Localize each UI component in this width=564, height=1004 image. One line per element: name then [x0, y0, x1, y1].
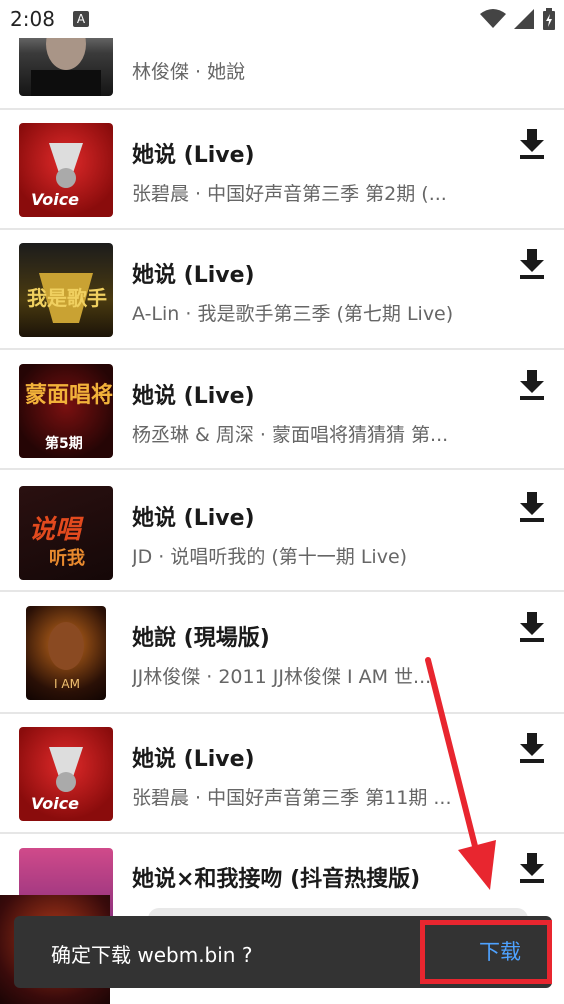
snackbar-message: 确定下载 webm.bin ? [51, 943, 253, 967]
album-art: Voice [19, 123, 113, 217]
album-art: Voice [19, 727, 113, 821]
wifi-icon [480, 9, 506, 28]
svg-text:Voice: Voice [31, 794, 79, 813]
highlight-box [420, 920, 552, 984]
download-icon[interactable] [518, 370, 546, 400]
list-item[interactable]: 说唱 听我 她说 (Live) JD · 说唱听我的 (第十一期 Live) [0, 472, 564, 592]
list-item[interactable]: 我是歌手 她说 (Live) A-Lin · 我是歌手第三季 (第七期 Live… [0, 230, 564, 350]
list-item[interactable]: Voice 她说 (Live) 张碧晨 · 中国好声音第三季 第11期 ... [0, 714, 564, 834]
song-title: 她说 (Live) [132, 263, 255, 288]
song-subtitle: 张碧晨 · 中国好声音第三季 第11期 ... [132, 787, 452, 809]
album-art: 我是歌手 [19, 243, 113, 337]
download-icon[interactable] [518, 612, 546, 642]
song-subtitle: A-Lin · 我是歌手第三季 (第七期 Live) [132, 303, 454, 325]
song-subtitle: JD · 说唱听我的 (第十一期 Live) [132, 546, 408, 568]
list-item[interactable]: I AM 她說 (現場版) JJ林俊傑 · 2011 JJ林俊傑 I AM 世.… [0, 594, 564, 714]
download-icon[interactable] [518, 492, 546, 522]
signal-icon [514, 9, 534, 29]
svg-text:我是歌手: 我是歌手 [27, 286, 107, 310]
song-title: 她說 (現場版) [132, 626, 270, 651]
song-title: 她说 (Live) [132, 506, 255, 531]
notification-icon: A [73, 11, 89, 27]
song-title: 她说×和我接吻 (抖音热搜版) [132, 867, 421, 892]
svg-text:蒙面唱将: 蒙面唱将 [25, 382, 113, 408]
album-art: 蒙面唱将第5期 [19, 364, 113, 458]
song-subtitle: 林俊傑 · 她說 [132, 61, 246, 83]
song-title: 她说 (Live) [132, 143, 255, 168]
status-icons [480, 8, 556, 30]
album-art: 说唱 听我 [19, 486, 113, 580]
status-time: 2:08 [10, 7, 55, 31]
download-icon[interactable] [518, 733, 546, 763]
battery-icon [543, 8, 555, 30]
svg-text:说唱: 说唱 [29, 515, 84, 545]
svg-text:第5期: 第5期 [45, 435, 83, 452]
song-subtitle: JJ林俊傑 · 2011 JJ林俊傑 I AM 世... [132, 666, 432, 688]
song-title: 她说 (Live) [132, 747, 255, 772]
download-icon[interactable] [518, 129, 546, 159]
list-item[interactable]: Voice 她说 (Live) 张碧晨 · 中国好声音第三季 第2期 (... [0, 110, 564, 230]
song-title: 她说 (Live) [132, 384, 255, 409]
song-subtitle: 张碧晨 · 中国好声音第三季 第2期 (... [132, 183, 447, 205]
svg-text:Voice: Voice [31, 190, 79, 209]
svg-text:听我: 听我 [49, 547, 85, 569]
download-icon[interactable] [518, 853, 546, 883]
album-art: I AM [26, 606, 106, 700]
song-subtitle: 杨丞琳 & 周深 · 蒙面唱将猜猜猜 第... [132, 424, 449, 446]
svg-text:I AM: I AM [54, 677, 80, 691]
download-icon[interactable] [518, 249, 546, 279]
list-item[interactable]: 蒙面唱将第5期 她说 (Live) 杨丞琳 & 周深 · 蒙面唱将猜猜猜 第..… [0, 350, 564, 470]
status-bar: 2:08 A [0, 0, 564, 38]
